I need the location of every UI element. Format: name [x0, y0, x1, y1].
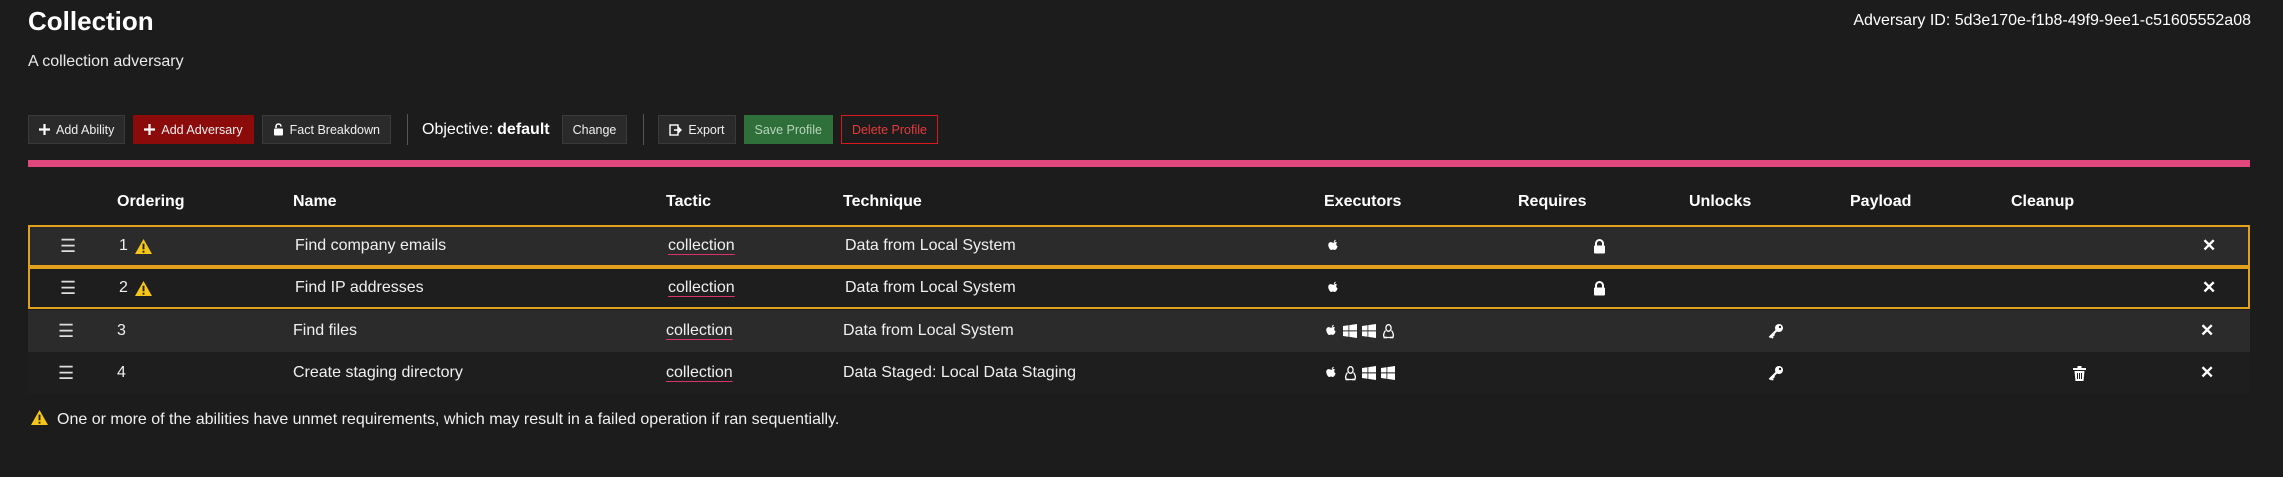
ordering-cell: 3: [117, 310, 126, 352]
order-number: 2: [119, 279, 128, 296]
progress-divider-bar: [28, 160, 2250, 167]
header-ordering: Ordering: [117, 193, 185, 210]
table-row[interactable]: ☰ 1 Find company emails collection Data …: [28, 225, 2250, 267]
table-row[interactable]: ☰ 3 Find files collection Data from Loca…: [28, 310, 2250, 352]
cleanup-trash-icon: [2073, 352, 2086, 394]
ability-name: Find files: [293, 322, 358, 339]
drag-handle-icon[interactable]: ☰: [58, 352, 74, 394]
executors-cell: [1326, 227, 1340, 265]
add-ability-button[interactable]: Add Ability: [28, 115, 126, 144]
header-unlocks: Unlocks: [1689, 193, 1752, 210]
export-icon: [669, 123, 683, 136]
apple-icon: [1324, 324, 1338, 338]
delete-profile-label: Delete Profile: [851, 122, 927, 137]
objective-value: default: [497, 120, 550, 138]
linux-icon: [1381, 323, 1395, 338]
unlocks-key-icon: [1768, 352, 1784, 394]
warning-icon: [134, 280, 153, 297]
technique-name: Data from Local System: [843, 322, 1014, 339]
technique-name: Data Staged: Local Data Staging: [843, 364, 1077, 381]
header-technique: Technique: [843, 193, 922, 210]
windows-icon: [1381, 366, 1395, 380]
remove-ability-button[interactable]: ✕: [2200, 352, 2214, 394]
table-row[interactable]: ☰ 2 Find IP addresses collection Data fr…: [28, 267, 2250, 309]
delete-profile-button[interactable]: Delete Profile: [840, 115, 938, 144]
save-profile-label: Save Profile: [754, 122, 822, 137]
ordering-cell: 1: [119, 227, 153, 265]
add-adversary-label: Add Adversary: [161, 122, 243, 137]
header-executors: Executors: [1324, 193, 1402, 210]
toolbar-divider: [407, 114, 408, 145]
tactic-link[interactable]: collection: [668, 269, 735, 307]
executors-cell: [1324, 352, 1395, 394]
toolbar: Add Ability Add Adversary Fact Breakdown…: [28, 114, 946, 145]
header-requires: Requires: [1518, 193, 1587, 210]
windows-icon: [1362, 324, 1376, 338]
unlocks-key-icon: [1768, 310, 1784, 352]
windows-icon: [1343, 324, 1357, 338]
plus-icon: [144, 124, 156, 135]
fact-breakdown-label: Fact Breakdown: [289, 122, 380, 137]
windows-icon: [1362, 366, 1376, 380]
tactic-link[interactable]: collection: [668, 227, 735, 265]
ability-name: Find IP addresses: [295, 279, 424, 296]
export-button[interactable]: Export: [658, 115, 736, 144]
ordering-cell: 2: [119, 269, 153, 307]
ability-name: Create staging directory: [293, 364, 463, 381]
remove-ability-button[interactable]: ✕: [2200, 310, 2214, 352]
order-number: 1: [119, 237, 128, 254]
adversary-id: Adversary ID: 5d3e170e-f1b8-49f9-9ee1-c5…: [1853, 12, 2251, 29]
warning-icon: [30, 409, 49, 431]
drag-handle-icon[interactable]: ☰: [58, 310, 74, 352]
drag-handle-icon[interactable]: ☰: [60, 269, 76, 307]
apple-icon: [1324, 366, 1338, 380]
apple-icon: [1326, 239, 1340, 253]
table-row[interactable]: ☰ 4 Create staging directory collection …: [28, 352, 2250, 394]
header-tactic: Tactic: [666, 193, 712, 210]
header-cleanup: Cleanup: [2011, 193, 2075, 210]
tactic-link[interactable]: collection: [666, 310, 733, 352]
table-header: Ordering Name Tactic Technique Executors…: [28, 193, 2250, 217]
requires-lock-icon: [1593, 269, 1606, 307]
note-text: One or more of the abilities have unmet …: [57, 411, 840, 428]
technique-name: Data from Local System: [845, 237, 1016, 254]
executors-cell: [1326, 269, 1340, 307]
requires-lock-icon: [1593, 227, 1606, 265]
save-profile-button[interactable]: Save Profile: [743, 115, 833, 144]
apple-icon: [1326, 281, 1340, 295]
ability-name: Find company emails: [295, 237, 447, 254]
remove-ability-button[interactable]: ✕: [2202, 269, 2216, 307]
export-label: Export: [688, 122, 725, 137]
ordering-cell: 4: [117, 352, 126, 394]
tactic-link[interactable]: collection: [666, 352, 733, 394]
linux-icon: [1343, 365, 1357, 380]
add-ability-label: Add Ability: [56, 122, 115, 137]
fact-breakdown-button[interactable]: Fact Breakdown: [261, 115, 391, 144]
change-objective-button[interactable]: Change: [561, 115, 628, 144]
remove-ability-button[interactable]: ✕: [2202, 227, 2216, 265]
order-number: 4: [117, 364, 126, 381]
header-name: Name: [293, 193, 337, 210]
drag-handle-icon[interactable]: ☰: [60, 227, 76, 265]
objective-display: Objective: default: [422, 121, 550, 139]
technique-name: Data from Local System: [845, 279, 1016, 296]
unlock-icon: [273, 123, 284, 136]
adversary-title: Collection: [28, 6, 154, 36]
adversary-description: A collection adversary: [28, 53, 184, 70]
add-adversary-button[interactable]: Add Adversary: [133, 115, 254, 144]
plus-icon: [39, 124, 50, 135]
unmet-requirements-note: One or more of the abilities have unmet …: [30, 409, 839, 431]
order-number: 3: [117, 322, 126, 339]
toolbar-divider: [643, 114, 645, 145]
header-payload: Payload: [1850, 193, 1912, 210]
change-label: Change: [572, 122, 617, 137]
executors-cell: [1324, 310, 1395, 352]
objective-label: Objective:: [422, 120, 494, 138]
warning-icon: [134, 238, 153, 255]
